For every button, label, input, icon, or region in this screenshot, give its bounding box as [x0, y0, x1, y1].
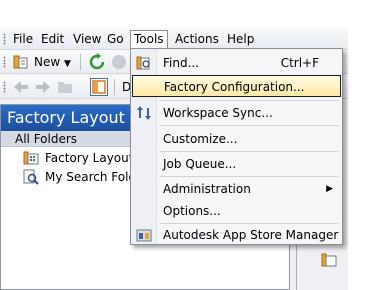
menu-actions[interactable]: Actions: [172, 30, 222, 48]
menu-go[interactable]: Go: [104, 30, 127, 48]
menu-edit[interactable]: Edit: [38, 30, 67, 48]
menu-separator: [159, 100, 339, 101]
menu-item-app-store-manager[interactable]: Autodesk App Store Manager: [132, 224, 341, 246]
menu-separator: [159, 125, 339, 126]
toolbar-separator: [80, 54, 81, 70]
menu-bar: File Edit View Go Tools Actions Help: [0, 28, 348, 50]
up-folder-icon[interactable]: [56, 78, 74, 96]
menu-separator: [159, 176, 339, 177]
submenu-arrow-icon: ▶: [326, 184, 333, 194]
menu-item-find[interactable]: Find... Ctrl+F: [132, 52, 341, 74]
menu-item-factory-configuration[interactable]: Factory Configuration...: [132, 75, 341, 97]
search-folder-icon: [23, 169, 39, 185]
menu-item-workspace-sync[interactable]: Workspace Sync...: [132, 102, 341, 124]
find-icon: [136, 55, 152, 71]
new-item-icon[interactable]: [12, 53, 30, 71]
toolbar-separator: [114, 79, 115, 95]
tree-item-label: Factory Layout: [45, 151, 134, 165]
refresh-icon[interactable]: [88, 53, 106, 71]
content-item-icon[interactable]: [321, 252, 337, 268]
menu-item-options[interactable]: Options...: [132, 200, 341, 222]
menu-separator: [159, 151, 339, 152]
workspace-sync-icon: [136, 105, 152, 121]
app-store-icon: [136, 227, 152, 243]
back-arrow-icon[interactable]: [12, 78, 30, 96]
factory-layout-icon: [23, 150, 39, 166]
menu-file[interactable]: File: [10, 30, 36, 48]
tree-item-label: My Search Folde: [45, 170, 144, 184]
menubar-grip[interactable]: [3, 33, 6, 45]
pane-toggle-icon[interactable]: [90, 78, 108, 96]
toolbar-grip[interactable]: [3, 56, 6, 68]
menu-item-customize[interactable]: Customize...: [132, 128, 341, 150]
menu-help[interactable]: Help: [224, 30, 257, 48]
menu-view[interactable]: View: [70, 30, 104, 48]
home-icon[interactable]: [110, 53, 128, 71]
menu-tools[interactable]: Tools: [130, 30, 168, 48]
tools-menu: Find... Ctrl+F Factory Configuration... …: [130, 48, 343, 245]
forward-arrow-icon[interactable]: [34, 78, 52, 96]
menu-item-job-queue[interactable]: Job Queue...: [132, 153, 341, 175]
menu-item-administration[interactable]: Administration ▶: [132, 178, 341, 200]
new-button[interactable]: New ▼: [34, 54, 71, 70]
toolbar-grip[interactable]: [3, 81, 6, 93]
